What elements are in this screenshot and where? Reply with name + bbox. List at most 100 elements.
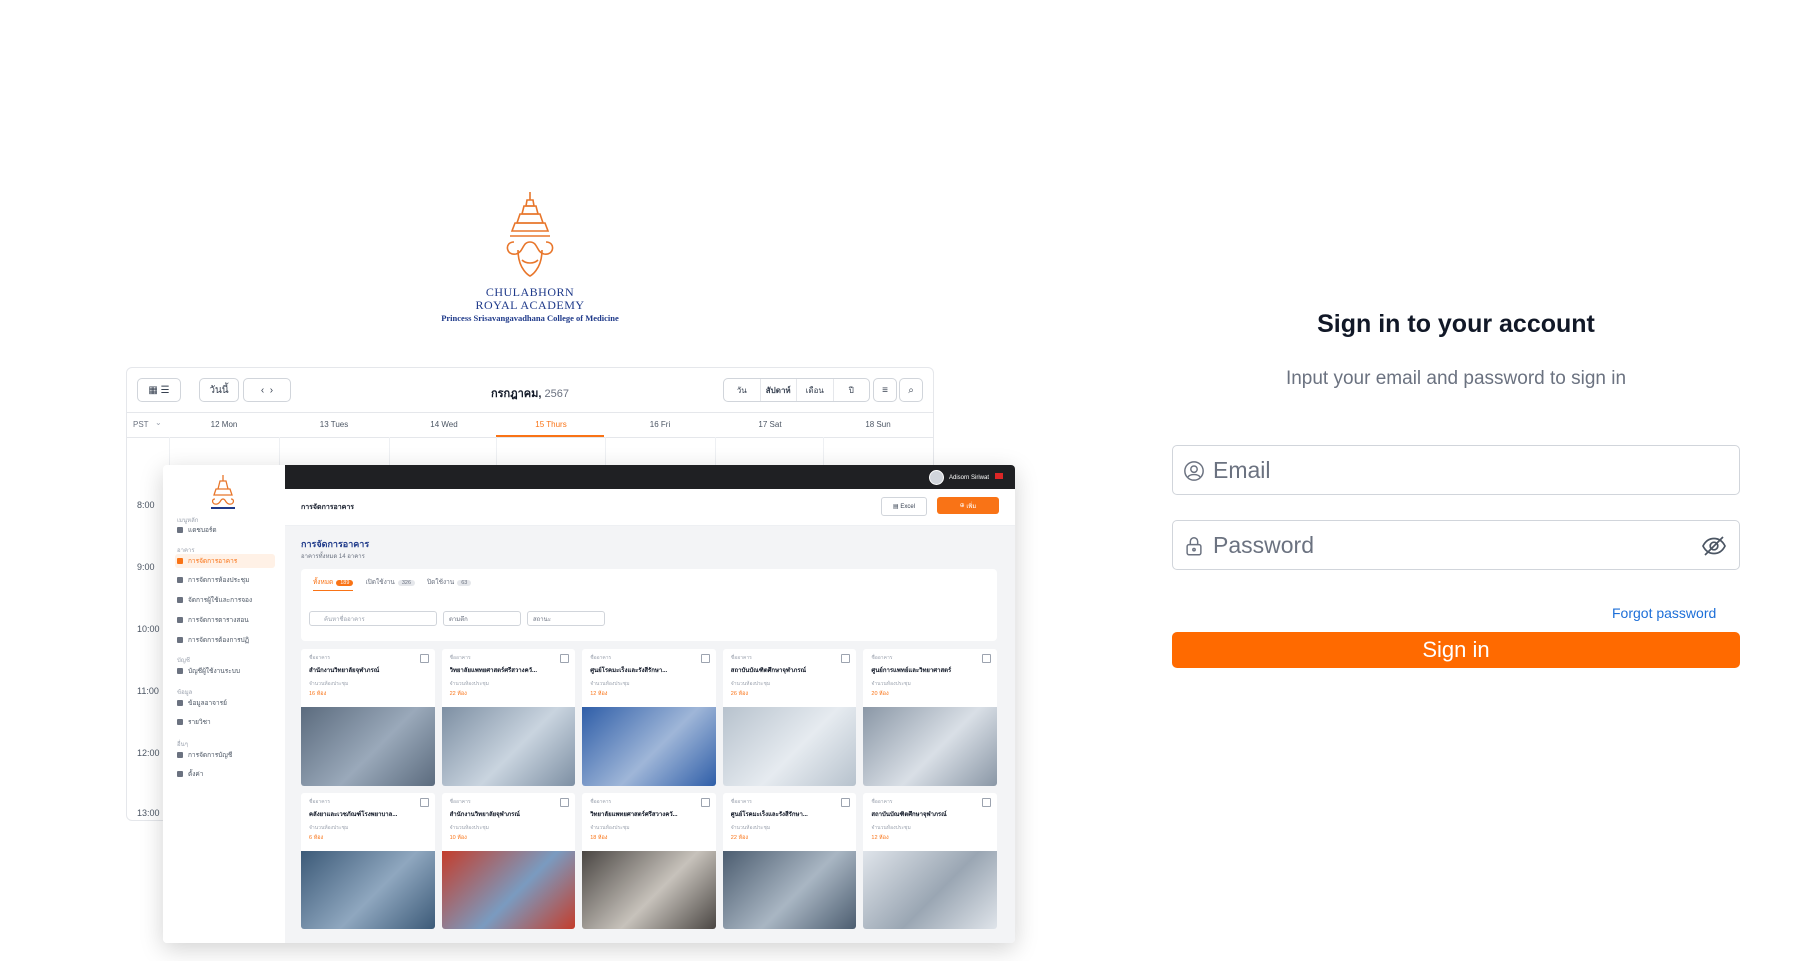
email-field[interactable] [1172, 445, 1740, 495]
sidebar-item: จัดการผู้ใช้และการจอง [175, 593, 275, 607]
sidebar-item: ตั้งค่า [175, 767, 275, 781]
filter-card: ทั้งหมด 189 เปิดใช้งาน 326 ปิดใช้งาน 63 ค้น… [301, 569, 997, 641]
day-tue: 13 Tues [319, 420, 349, 429]
building-image [441, 850, 576, 929]
card-rooms: 20 ห้อง [871, 691, 889, 697]
add-button: ⊕ เพิ่ม [937, 497, 999, 514]
password-input[interactable] [1213, 521, 1693, 569]
plus-icon: ⊕ [959, 503, 967, 509]
day-wed: 14 Wed [430, 420, 458, 429]
card-name: สำนักงานวิทยาลัยจุฬาภรณ์ [449, 811, 520, 818]
edit-icon [982, 797, 991, 807]
file-icon: ▤ [892, 504, 901, 510]
card-text: ชื่ออาคาร ศูนย์โรคมะเร็งและรังสีรักษา... จ… [582, 649, 716, 707]
edit-icon [560, 797, 570, 807]
building-image [301, 707, 435, 786]
time-label: 12:00 [137, 748, 160, 758]
view-month: เดือน [797, 379, 834, 401]
building-card: ชื่ออาคาร สำนักงานวิทยาลัยจุฬาภรณ์ จำนวนห้… [301, 649, 435, 786]
card-type: ชื่ออาคาร [449, 798, 471, 805]
card-sub: จำนวนห้องประชุม [309, 681, 349, 687]
excel-label: Excel [900, 503, 915, 510]
building-image [582, 850, 716, 929]
card-name: ศูนย์โรคมะเร็งและรังสีรักษา... [730, 811, 808, 818]
search-icon: ⌕ [899, 378, 923, 402]
edit-icon [841, 654, 851, 663]
subheader-title: การจัดการอาคาร [301, 504, 355, 511]
page-subtitle: อาคารทั้งหมด 14 อาคาร [301, 554, 365, 560]
building-image [582, 707, 716, 786]
building-card: ชื่ออาคาร วิทยาลัยแพทยศาสตร์ศรีสวางควั...… [582, 792, 716, 929]
status-filter: สถานะ [527, 611, 605, 626]
password-field[interactable] [1172, 520, 1740, 570]
sidebar-item: การจัดการต้องการปฏิ [175, 633, 275, 647]
day-fri: 16 Fri [649, 420, 671, 429]
time-label: 10:00 [137, 624, 160, 634]
building-card: ชื่ออาคาร ศูนย์โรคมะเร็งและรังสีรักษา... จ… [582, 649, 716, 786]
card-text: ชื่ออาคาร สำนักงานวิทยาลัยจุฬาภรณ์ จำนวนห้… [442, 793, 576, 851]
tab-label: ทั้งหมด [313, 579, 334, 586]
card-text: ชื่ออาคาร วิทยาลัยแพทยศาสตร์ศรีสวางควั...… [582, 793, 716, 851]
card-rooms: 18 ห้อง [590, 834, 608, 841]
tab-count: 189 [336, 580, 354, 586]
card-sub: จำนวนห้องประชุม [449, 681, 489, 687]
card-sub: จำนวนห้องประชุม [871, 824, 911, 831]
card-sub: จำนวนห้องประชุม [730, 824, 771, 831]
sidebar-item: การจัดการห้องประชุม [175, 573, 275, 587]
calendar-header: PST ⌄ 12 Mon 13 Tues 14 Wed 15 Thurs 16 … [127, 412, 933, 438]
edit-icon [419, 654, 429, 663]
card-name: สถาบันบัณฑิตศึกษาจุฬาภรณ์ [730, 668, 807, 674]
card-name: วิทยาลัยแพทยศาสตร์ศรีสวางควั... [449, 668, 537, 674]
card-text: ชื่ออาคาร ศูนย์การแพทย์และวิทยาศาสตร์ จำนว… [863, 649, 997, 707]
calendar-toolbar: ▦ ☰ วันนี้ ‹ › กรกฎาคม, 2567 วัน สัปดาห์… [127, 368, 933, 412]
card-sub: จำนวนห้องประชุม [309, 824, 349, 831]
forgot-password-link[interactable]: Forgot password [1612, 605, 1716, 621]
card-text: ชื่ออาคาร สถาบันบัณฑิตศึกษาจุฬาภรณ์ จำนวนห… [723, 649, 857, 707]
building-card: ชื่ออาคาร วิทยาลัยแพทยศาสตร์ศรีสวางควั...… [441, 649, 576, 786]
building-card: ชื่ออาคาร สถาบันบัณฑิตศึกษาจุฬาภรณ์ จำนวนห… [722, 649, 857, 786]
logo-line-2: ROYAL ACADEMY [475, 298, 585, 312]
building-card: ชื่ออาคาร ศูนย์การแพทย์และวิทยาศาสตร์ จำนว… [863, 649, 997, 786]
card-text: ชื่ออาคาร สำนักงานวิทยาลัยจุฬาภรณ์ จำนวนห้… [301, 649, 435, 707]
building-image [863, 707, 997, 786]
view-week: สัปดาห์ [761, 379, 797, 401]
view-segment: วัน สัปดาห์ เดือน ปี [723, 378, 870, 402]
chevron-down-icon: ⌄ [155, 418, 162, 427]
view-year: ปี [848, 385, 854, 395]
email-input[interactable] [1213, 446, 1693, 494]
card-rooms: 22 ห้อง [730, 834, 749, 841]
time-label: 9:00 [137, 562, 155, 572]
sidebar-label: รายวิชา [188, 719, 211, 726]
sidebar-label: บัญชีผู้ใช้งานระบบ [188, 668, 240, 675]
sidebar-item-active: การจัดการอาคาร [175, 554, 275, 568]
card-type: ชื่ออาคาร [309, 798, 331, 805]
add-label: เพิ่ม [966, 503, 977, 510]
page-title: การจัดการอาคาร [301, 539, 370, 549]
card-rooms: 12 ห้อง [590, 691, 608, 697]
building-image [722, 850, 857, 929]
sidebar-label: การจัดการห้องประชุม [188, 577, 250, 584]
edit-icon [700, 654, 710, 663]
logo-line-3: Princess Srisavangavadhana College of Me… [441, 313, 619, 323]
building-card: ชื่ออาคาร สถาบันบัณฑิตศึกษาจุฬาภรณ์ จำนวนห… [863, 792, 997, 929]
sidebar-label: แดชบอร์ด [188, 527, 217, 534]
signin-subtitle: Input your email and password to sign in [1285, 368, 1627, 389]
signin-button[interactable]: Sign in [1172, 632, 1740, 668]
view-day: วัน [724, 379, 761, 401]
card-type: ชื่ออาคาร [871, 798, 893, 805]
time-label: 11:00 [137, 686, 159, 696]
eye-off-icon[interactable] [1701, 534, 1727, 558]
app-main: การจัดการอาคาร ▤ Excel ⊕ เพิ่ม การจัดการ… [285, 489, 1015, 943]
today-indicator [496, 435, 604, 437]
building-filter: ตามตึก [443, 611, 521, 626]
user-chip: Adisorn Siriwat [928, 470, 989, 485]
building-card: ชื่ออาคาร คลังยาและเวชภัณฑ์โรงพยาบาล... จำ… [301, 792, 435, 929]
edit-icon [700, 797, 710, 807]
day-sat: 17 Sat [758, 420, 782, 429]
card-type: ชื่ออาคาร [590, 655, 612, 661]
tab-label: ปิดใช้งาน [427, 579, 455, 586]
day-sun: 18 Sun [865, 420, 891, 429]
card-rooms: 26 ห้อง [730, 691, 749, 697]
tab-label: เปิดใช้งาน [365, 579, 395, 586]
building-image [301, 850, 435, 929]
